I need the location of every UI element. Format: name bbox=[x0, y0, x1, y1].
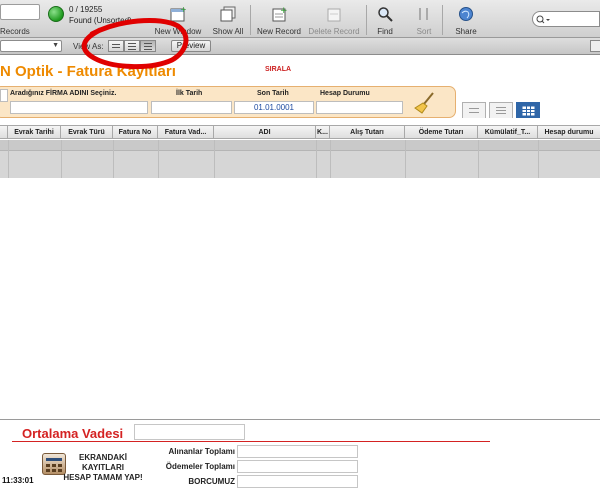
tab-form-view[interactable] bbox=[462, 102, 486, 118]
debt-label: BORCUMUZ bbox=[188, 477, 235, 486]
company-filter-field[interactable] bbox=[10, 101, 148, 114]
footer-red-rule bbox=[12, 441, 490, 442]
column-header[interactable]: ADI bbox=[214, 126, 316, 139]
show-all-icon bbox=[220, 6, 236, 22]
view-list-button[interactable] bbox=[124, 40, 140, 52]
account-status-label: Hesap Durumu bbox=[320, 90, 370, 97]
view-as-label: View As: bbox=[73, 42, 104, 51]
column-header[interactable]: Hesap durumu bbox=[538, 126, 600, 139]
delete-record-icon bbox=[327, 8, 341, 22]
table-row[interactable] bbox=[0, 151, 600, 178]
company-filter-label: Aradığınız FİRMA ADINI Seçiniz. bbox=[10, 90, 117, 97]
column-header[interactable]: Alış Tutarı bbox=[330, 126, 405, 139]
time-display: 11:33:01 bbox=[2, 476, 34, 485]
payments-total-field[interactable] bbox=[237, 460, 358, 473]
view-form-button[interactable] bbox=[108, 40, 124, 52]
account-status-field[interactable] bbox=[316, 101, 403, 114]
average-due-label: Ortalama Vadesi bbox=[22, 426, 124, 441]
column-header[interactable]: Evrak Tarihi bbox=[8, 126, 61, 139]
show-all-button[interactable]: Show All bbox=[208, 6, 248, 36]
toolbar: Records 0 / 19255 Found (Unsorted) + New… bbox=[0, 0, 600, 38]
column-header[interactable]: Fatura Vad... bbox=[158, 126, 214, 139]
new-window-button[interactable]: + New Window bbox=[152, 6, 204, 36]
find-icon bbox=[378, 7, 393, 22]
new-record-icon: + bbox=[272, 6, 287, 22]
sort-icon bbox=[419, 8, 428, 20]
start-date-label: İlk Tarih bbox=[176, 90, 203, 97]
debt-field[interactable] bbox=[237, 475, 358, 488]
layout-select[interactable]: ▼ bbox=[0, 40, 62, 52]
search-icon bbox=[536, 15, 550, 24]
column-header-blank bbox=[0, 126, 8, 139]
chevron-down-icon: ▼ bbox=[52, 42, 59, 49]
average-due-field[interactable] bbox=[134, 424, 245, 440]
layout-tool-icon[interactable] bbox=[590, 40, 600, 52]
column-header[interactable]: Kümülatif_T... bbox=[478, 126, 538, 139]
records-label: Records bbox=[0, 27, 30, 36]
share-button[interactable]: Share bbox=[452, 6, 480, 36]
table-header: Evrak Tarihi Evrak Türü Fatura No Fatura… bbox=[0, 125, 600, 139]
share-icon bbox=[459, 7, 473, 21]
column-header[interactable]: Ödeme Tutarı bbox=[405, 126, 478, 139]
found-status: Found (Unsorted) bbox=[69, 16, 132, 25]
column-header[interactable]: Fatura No bbox=[113, 126, 158, 139]
find-button[interactable]: Find bbox=[372, 6, 398, 36]
new-window-icon: + bbox=[170, 6, 186, 22]
purchases-total-label: Alınanlar Toplamı bbox=[168, 447, 235, 456]
delete-record-button[interactable]: Delete Record bbox=[306, 6, 362, 36]
filter-checkbox[interactable] bbox=[0, 89, 8, 102]
screen-records-calc-button[interactable]: EKRANDAKİ KAYITLARI HESAP TAMAM YAP! bbox=[58, 453, 148, 483]
svg-text:+: + bbox=[280, 6, 287, 16]
start-date-field[interactable] bbox=[151, 101, 232, 114]
search-input[interactable] bbox=[532, 11, 600, 27]
record-count: 0 / 19255 bbox=[69, 5, 103, 14]
table-row[interactable] bbox=[0, 140, 600, 151]
view-table-button[interactable] bbox=[140, 40, 156, 52]
page-title: N Optik - Fatura Kayıtları bbox=[0, 63, 176, 80]
end-date-field[interactable]: 01.01.0001 bbox=[234, 101, 314, 114]
purchases-total-field[interactable] bbox=[237, 445, 358, 458]
preview-button[interactable]: Preview bbox=[171, 40, 211, 52]
new-record-button[interactable]: + New Record bbox=[254, 6, 304, 36]
status-green-dot-icon bbox=[48, 6, 64, 22]
payments-total-label: Ödemeler Toplamı bbox=[165, 462, 235, 471]
column-header[interactable]: Evrak Türü bbox=[61, 126, 113, 139]
layout-bar: ▼ View As: Preview bbox=[0, 38, 600, 55]
column-header[interactable]: K... bbox=[316, 126, 330, 139]
footer-divider bbox=[0, 419, 600, 420]
svg-text:+: + bbox=[180, 6, 186, 14]
tab-list-view[interactable] bbox=[489, 102, 513, 118]
sort-link[interactable]: SIRALA bbox=[265, 66, 291, 73]
broom-icon[interactable] bbox=[413, 91, 437, 115]
sort-button[interactable]: Sort bbox=[412, 6, 436, 36]
end-date-label: Son Tarih bbox=[257, 90, 289, 97]
tab-table-view[interactable] bbox=[516, 102, 540, 118]
record-navigator[interactable] bbox=[0, 4, 40, 20]
